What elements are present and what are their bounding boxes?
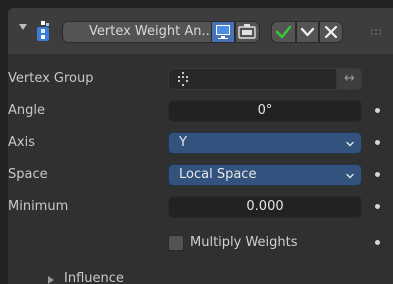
multiply-weights-label[interactable]: Multiply Weights [190,232,298,254]
axis-value: Y [179,135,187,150]
cage-icon [238,24,256,39]
multiply-weights-keyframe-dot[interactable] [371,232,383,254]
angle-value: 0° [257,103,273,118]
vertex-group-icon [177,71,189,87]
on-cage-button[interactable] [235,21,260,43]
multiply-weights-checkbox[interactable] [168,235,184,251]
vertex-weight-modifier-icon [37,21,49,41]
axis-label: Axis [8,135,35,150]
angle-keyframe-dot[interactable] [371,100,383,122]
space-dropdown[interactable]: Local Space [168,164,362,186]
angle-field[interactable]: 0° [168,100,362,122]
modifier-name-text: Vertex Weight An... [89,24,214,39]
space-label: Space [8,167,48,182]
drag-handle-icon[interactable] [370,28,384,38]
influence-expand-arrow-icon[interactable] [48,276,54,284]
minimum-keyframe-dot[interactable] [371,196,383,218]
minimum-value: 0.000 [246,199,284,214]
show-in-editmode-button[interactable] [211,21,235,43]
delete-modifier-button[interactable] [319,21,343,43]
space-value: Local Space [179,167,257,182]
influence-subpanel-header[interactable]: Influence [64,269,124,284]
close-icon [324,25,338,39]
apply-dropdown-button[interactable] [296,21,319,43]
angle-label: Angle [8,103,45,118]
chevron-down-icon [300,27,315,37]
space-keyframe-dot[interactable] [371,164,383,186]
chevron-down-icon [346,141,354,147]
modifier-header[interactable]: Vertex Weight An... [8,8,393,54]
axis-keyframe-dot[interactable] [371,132,383,154]
vertex-group-field[interactable] [168,68,337,90]
modifier-panel: Vertex Weight An... Vertex Group ↔ Angle… [8,8,393,284]
collapse-arrow-icon[interactable] [19,24,27,30]
minimum-label: Minimum [8,199,69,214]
minimum-field[interactable]: 0.000 [168,196,362,218]
chevron-down-icon [346,173,354,179]
checkmark-icon [275,25,292,39]
modifier-properties: Vertex Group ↔ Angle 0° Axis Y Space Loc… [8,54,393,284]
modifier-name-field[interactable]: Vertex Weight An... [62,21,236,43]
apply-check-button[interactable] [271,21,296,43]
editmode-icon [216,25,230,39]
invert-arrows-icon: ↔ [344,71,355,86]
vertex-group-label: Vertex Group [8,71,94,86]
invert-vertex-group-button[interactable]: ↔ [337,68,362,90]
axis-dropdown[interactable]: Y [168,132,362,154]
